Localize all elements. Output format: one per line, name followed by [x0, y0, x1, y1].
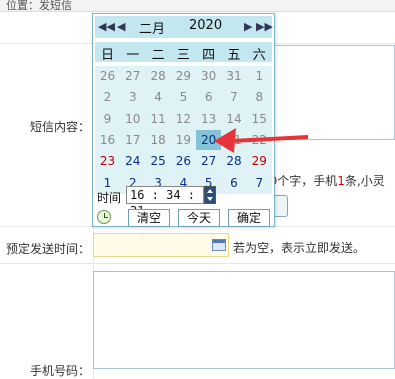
annotation-arrow-icon: [214, 128, 308, 153]
